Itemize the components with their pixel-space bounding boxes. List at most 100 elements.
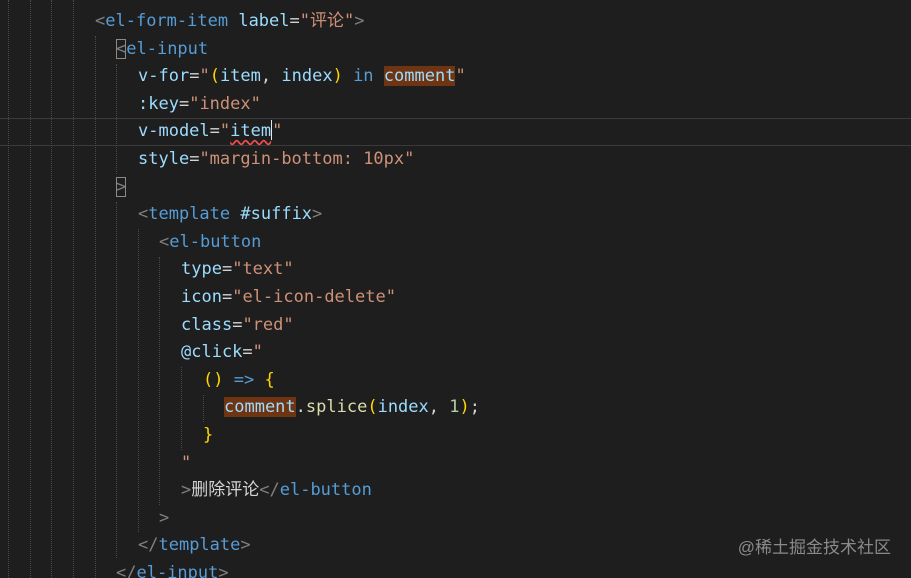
code-token: template [158,535,241,556]
code-token: "评论" [299,11,355,31]
code-token: = [209,121,220,142]
code-token: el-input [136,563,219,578]
code-token: "index" [189,93,261,114]
code-token: "margin-bottom: 10px" [199,149,415,169]
code-token: index [281,66,333,87]
code-line[interactable]: class="red" [181,312,294,340]
code-token: class [181,314,233,335]
code-token: type [181,259,222,280]
code-line[interactable]: type="text" [181,256,294,284]
code-token: = [232,314,243,335]
code-line[interactable]: </template> [138,532,251,560]
code-token: } [203,425,214,445]
indent-guide [181,367,182,450]
code-token: item [219,66,261,87]
code-token: > [218,563,229,578]
indent-guide [73,0,74,578]
code-token: > [354,11,365,31]
code-line[interactable]: >删除评论</el-button [181,477,372,505]
code-token: el-input [126,38,209,59]
code-token: el-form-item [105,11,229,31]
code-token: " [199,66,210,87]
code-token: "text" [232,259,294,280]
code-token: </ [259,480,280,501]
indent-guide [159,257,160,505]
code-token: in [353,66,374,87]
watermark-text: @稀土掘金技术社区 [737,538,891,557]
code-token: . [295,397,306,418]
code-token: < [159,231,170,252]
code-token: < [116,38,127,59]
code-token: 1 [449,397,460,418]
code-token: " [219,121,231,142]
code-token: </ [116,563,137,578]
code-token: = [189,66,200,87]
code-token: comment [383,66,456,87]
code-editor[interactable]: <el-form-item label="评论"> <el-input v-for=… [0,0,911,578]
code-line[interactable]: v-model="item" [138,118,282,146]
code-line[interactable]: comment.splice(index, 1); [224,394,480,422]
indent-guide [116,202,117,558]
code-token: ; [469,397,480,418]
code-token: 删除评论 [191,480,260,501]
code-line[interactable]: <el-input [116,36,208,64]
code-token: v-model [138,121,210,142]
code-token: index [377,397,429,418]
code-token: splice [305,397,368,418]
code-token: " [252,342,263,363]
code-line[interactable]: > [159,505,169,533]
code-token: > [240,535,251,556]
code-token: = [289,11,300,31]
code-line[interactable]: </el-input> [116,560,229,578]
code-token: label [238,11,290,31]
code-token: = [221,259,233,280]
code-token: :key [138,93,179,114]
code-token: > [159,507,170,528]
indent-guide [8,0,9,578]
indent-guide [95,36,96,578]
indent-guide [51,0,52,578]
code-token: template [148,204,231,225]
code-line[interactable]: > [116,174,127,202]
current-line-highlight [0,118,911,146]
code-token: , [428,397,450,418]
code-token: () [203,369,224,390]
code-token: " [181,452,192,473]
code-token: > [181,480,192,501]
code-line[interactable]: v-for="(item, index) in comment" [138,63,466,91]
code-line[interactable]: <template #suffix> [138,201,322,229]
code-token: v-for [138,66,190,87]
code-token: el-button [279,480,372,501]
code-token: @click [181,342,243,363]
code-line[interactable]: @click=" [181,339,263,367]
code-token: ) [459,397,470,418]
code-line[interactable]: () => { [203,367,275,395]
code-line[interactable]: <el-form-item label="评论"> [95,8,365,36]
indent-guide [203,395,204,422]
code-token: ( [209,66,220,87]
code-token: , [260,66,282,87]
code-token: < [95,11,106,31]
code-line[interactable]: :key="index" [138,91,261,119]
code-token: style [138,149,190,169]
code-line[interactable]: <el-button [159,229,261,257]
code-line[interactable]: style="margin-bottom: 10px" [138,146,414,174]
code-token: ) [332,66,343,87]
code-token: comment [224,397,296,418]
code-token: ( [367,397,378,418]
code-line[interactable]: icon="el-icon-delete" [181,284,396,312]
code-token: = [242,342,253,363]
code-token: = [221,287,233,307]
code-token: { [264,369,275,390]
code-line[interactable]: } [203,422,213,450]
indent-guide [116,64,117,174]
code-token: > [116,176,127,197]
code-line[interactable]: " [181,450,191,478]
code-token: icon [181,287,222,307]
